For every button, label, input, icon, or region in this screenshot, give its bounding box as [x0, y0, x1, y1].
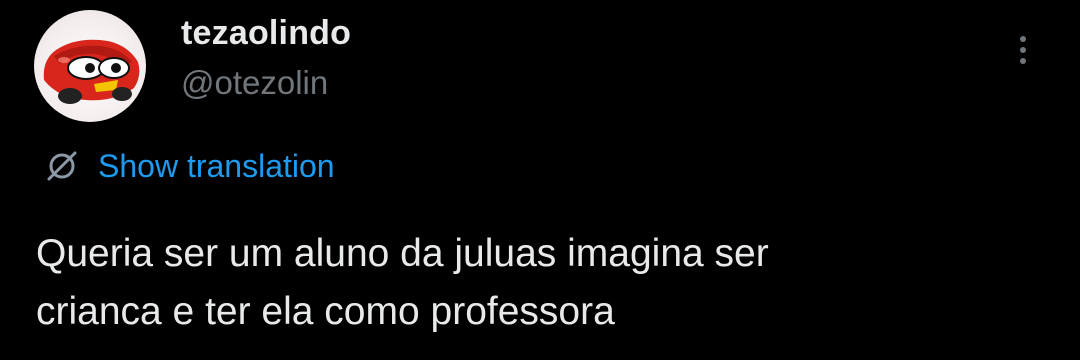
more-dot [1020, 58, 1026, 64]
race-car-avatar-icon [43, 39, 140, 104]
tweet-text-line: Queria ser um aluno da juluas imagina se… [36, 232, 769, 275]
show-translation-label: Show translation [98, 147, 335, 184]
more-dot [1020, 47, 1026, 53]
more-options-button[interactable] [1008, 30, 1038, 70]
tweet-text: Queria ser um aluno da juluas imagina se… [36, 225, 1056, 341]
translate-globe-icon [47, 151, 77, 181]
tweet-text-line: crianca e ter ela como professora [36, 290, 615, 333]
show-translation-link[interactable]: Show translation [44, 144, 335, 188]
author-display-name[interactable]: tezaolindo [181, 14, 351, 53]
more-vertical-icon [1020, 36, 1026, 42]
avatar[interactable] [34, 10, 146, 122]
author-handle[interactable]: @otezolin [181, 64, 328, 102]
tweet: tezaolindo @otezolin Show translation Qu… [0, 0, 1080, 360]
